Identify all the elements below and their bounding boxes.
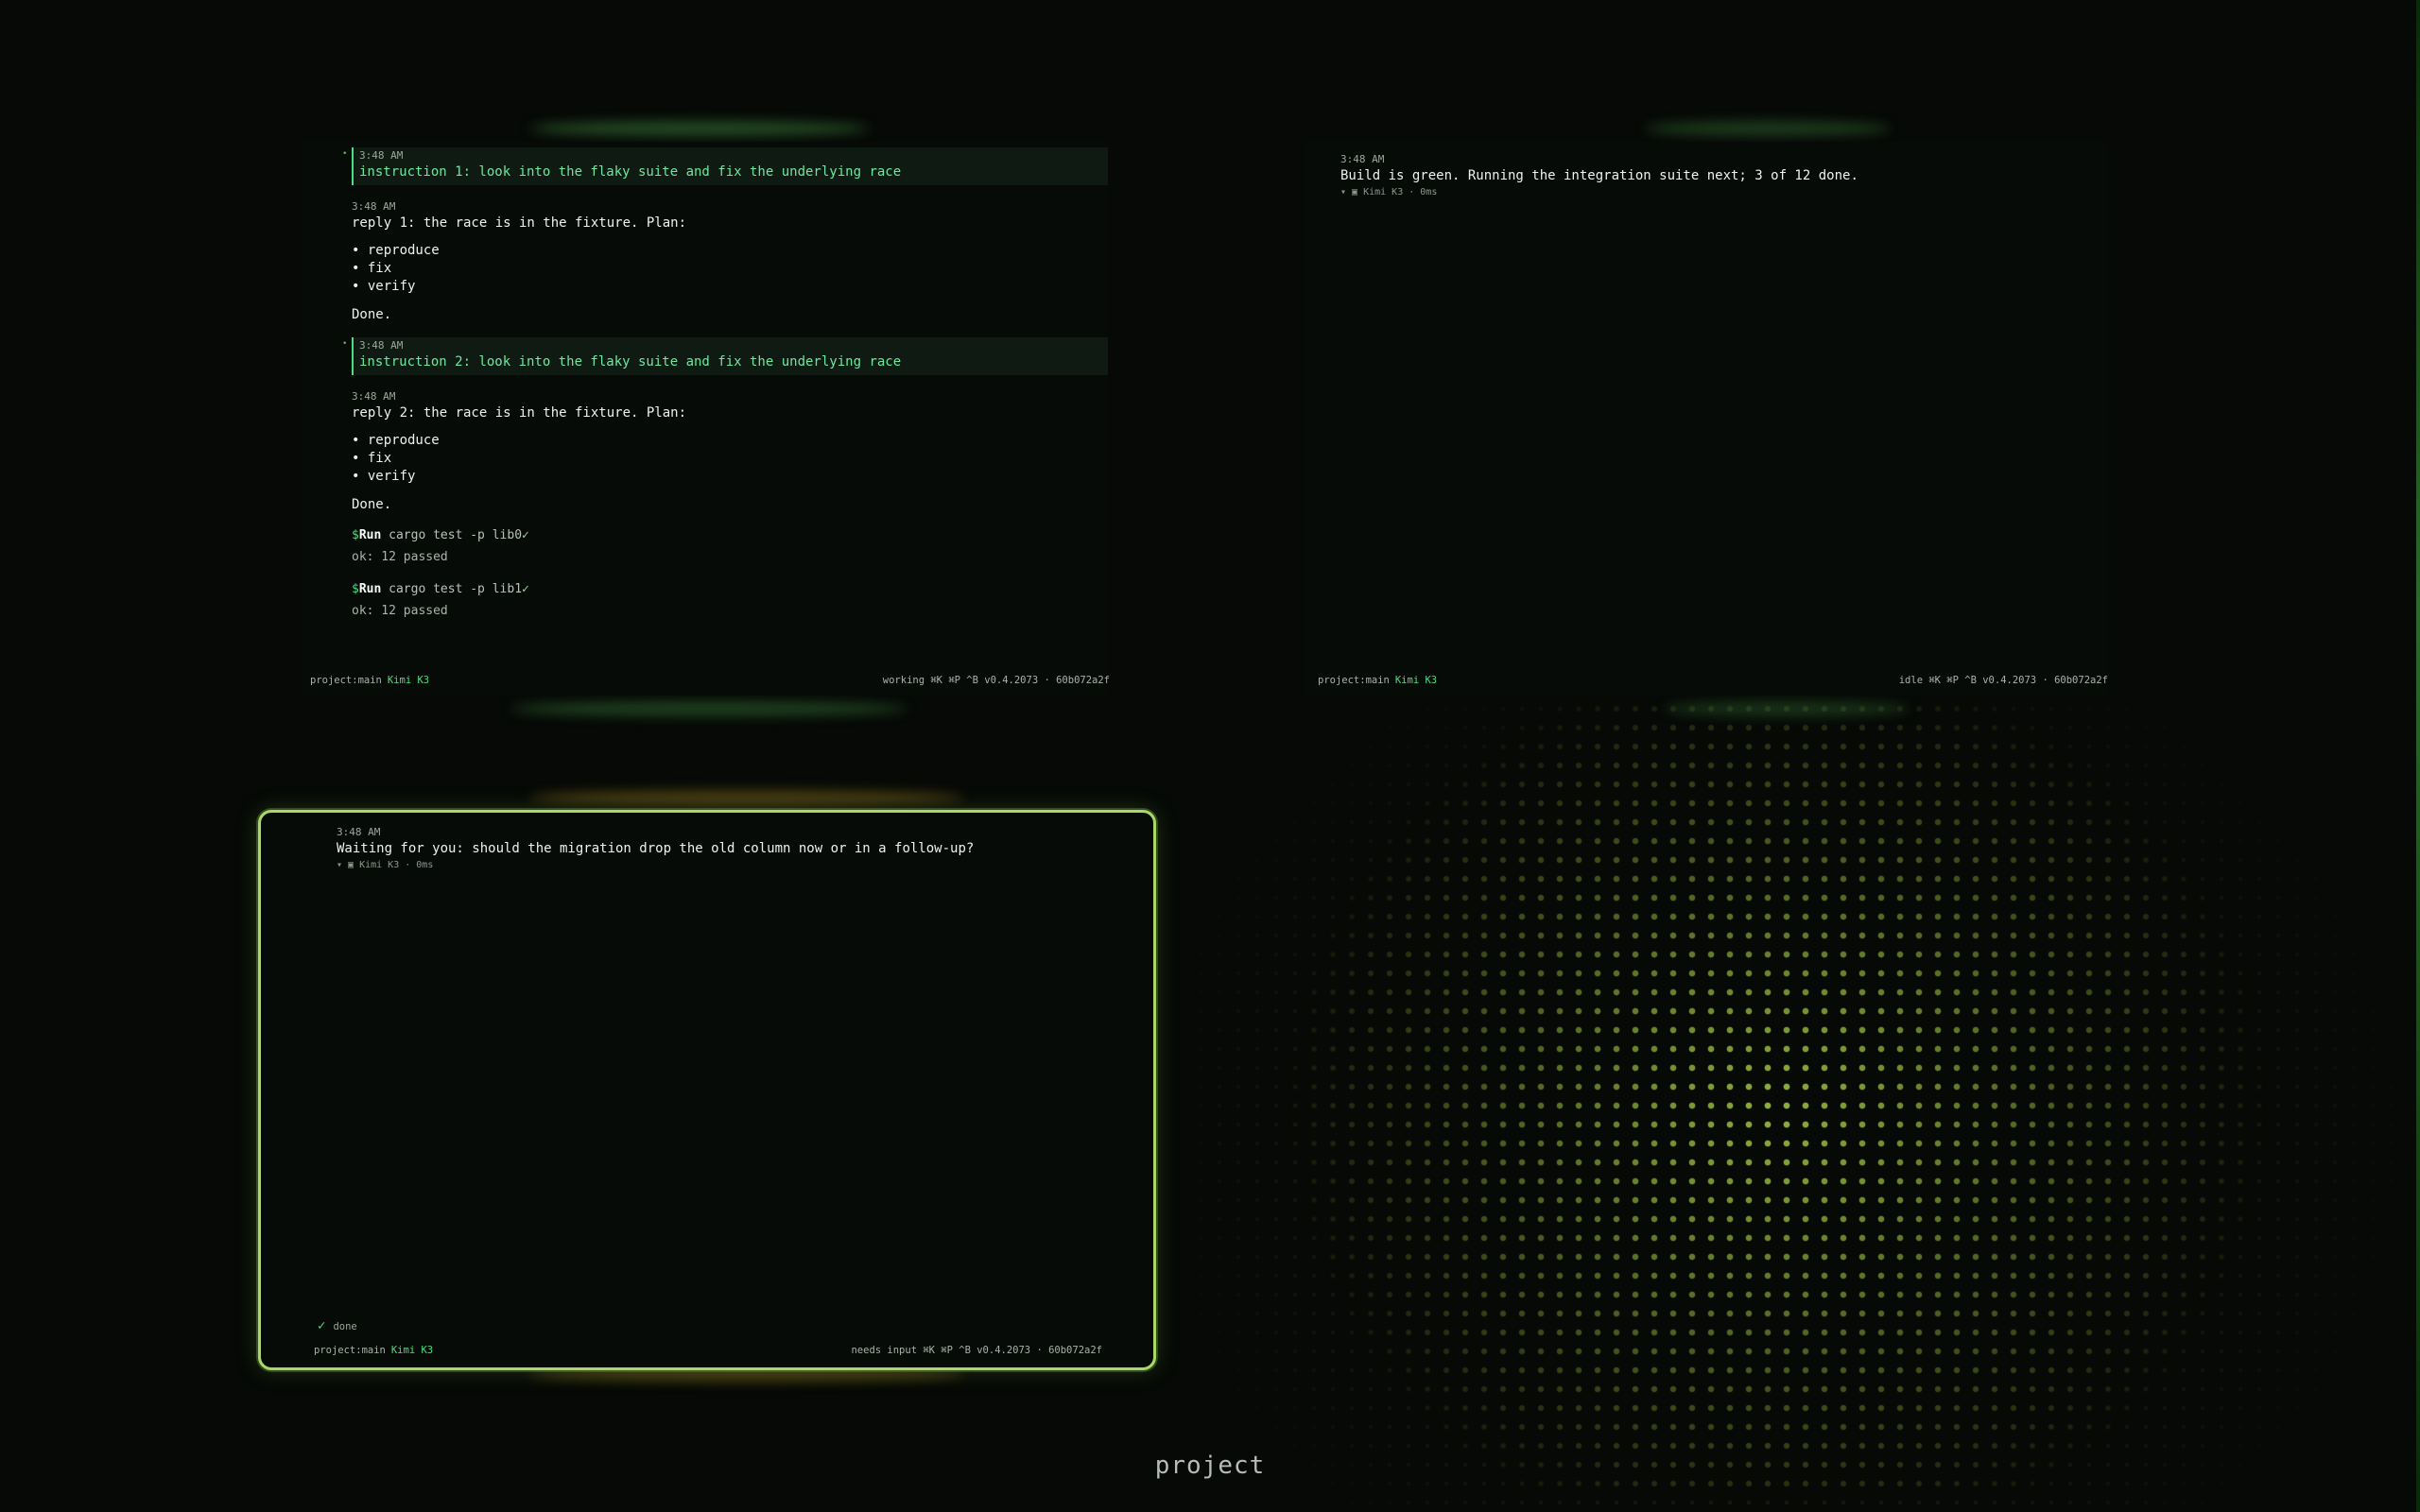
agent-pane-top-right[interactable]: 3:48 AM Build is green. Running the inte…: [1305, 142, 2108, 696]
timestamp: 3:48 AM: [352, 390, 396, 403]
run-output: ok: 12 passed: [352, 604, 448, 618]
instruction-text: instruction 1: look into the flaky suite…: [359, 164, 902, 180]
prompt-icon: $: [352, 528, 359, 542]
message-meta[interactable]: ▾ ▣ Kimi K3 · 0ms: [1340, 187, 2108, 198]
reply-block: 3:48 AM reply 2: the race is in the fixt…: [352, 390, 1108, 512]
check-icon: ✓: [318, 1318, 326, 1333]
pane-status-right: needs input ⌘K ⌘P ^B v0.4.2073 · 60b072a…: [851, 1345, 1102, 1356]
timestamp: 3:48 AM: [359, 339, 404, 352]
reply-text: reply 2: the race is in the fixture. Pla…: [352, 405, 687, 421]
timestamp: 3:48 AM: [337, 826, 381, 838]
branch-label: project:main: [1318, 675, 1390, 686]
agent-pane-bottom-left[interactable]: 3:48 AM Waiting for you: should the migr…: [258, 810, 1156, 1370]
agent-pane-top-left[interactable]: • 3:48 AM instruction 1: look into the f…: [302, 142, 1110, 696]
pane-bottom-glow: [1664, 701, 1910, 716]
message-text: Waiting for you: should the migration dr…: [337, 841, 975, 856]
run-label: Run: [358, 582, 382, 596]
assistant-message: 3:48 AM Waiting for you: should the migr…: [337, 826, 1153, 870]
timestamp: 3:48 AM: [1340, 153, 1385, 165]
instruction-marker-icon: •: [342, 149, 348, 159]
branch-label: project:main: [314, 1345, 386, 1356]
timestamp: 3:48 AM: [359, 149, 404, 162]
pane-status-right: idle ⌘K ⌘P ^B v0.4.2073 · 60b072a2f: [1898, 675, 2108, 686]
workspace-canvas: • 3:48 AM instruction 1: look into the f…: [0, 0, 2420, 1512]
run-output: ok: 12 passed: [352, 550, 448, 564]
list-item: • reproduce: [352, 243, 440, 258]
instruction-text: instruction 2: look into the flaky suite…: [359, 354, 902, 369]
pane-top-glow: [529, 121, 870, 136]
instruction-block: • 3:48 AM instruction 1: look into the f…: [342, 147, 1108, 185]
pane-bottom-glow: [510, 701, 908, 716]
tool-run-block[interactable]: $Run cargo test -p lib0✓ ok: 12 passed: [352, 527, 1108, 566]
plan-list: • reproduce • fix • verify: [352, 432, 1108, 486]
done-label: done: [333, 1321, 357, 1332]
right-edge-light: [2416, 0, 2420, 1512]
check-icon: ✓: [522, 528, 529, 542]
run-label: Run: [358, 528, 382, 542]
reply-done: Done.: [352, 497, 392, 512]
list-item: • verify: [352, 279, 416, 294]
done-indicator: ✓ done: [318, 1318, 357, 1333]
reply-block: 3:48 AM reply 1: the race is in the fixt…: [352, 200, 1108, 322]
message-text: Build is green. Running the integration …: [1340, 168, 1858, 183]
pane-top-glow: [1645, 121, 1891, 136]
pane-focus-glow-top: [529, 790, 964, 805]
model-label[interactable]: Kimi K3: [1395, 675, 1437, 686]
branch-label: project:main: [310, 675, 382, 686]
instruction-marker-icon: •: [342, 339, 348, 349]
model-label[interactable]: Kimi K3: [388, 675, 429, 686]
timestamp: 3:48 AM: [352, 200, 396, 213]
reply-done: Done.: [352, 307, 392, 322]
run-command: cargo test -p lib0: [389, 528, 523, 542]
model-label[interactable]: Kimi K3: [391, 1345, 433, 1356]
workspace-title: project: [1154, 1452, 1266, 1480]
tool-run-block[interactable]: $Run cargo test -p lib1✓ ok: 12 passed: [352, 581, 1108, 620]
check-icon: ✓: [522, 582, 529, 596]
assistant-message: 3:48 AM Build is green. Running the inte…: [1340, 153, 2108, 198]
run-command: cargo test -p lib1: [389, 582, 523, 596]
list-item: • fix: [352, 261, 392, 276]
message-meta[interactable]: ▾ ▣ Kimi K3 · 0ms: [337, 860, 1153, 870]
list-item: • verify: [352, 469, 416, 484]
instruction-block: • 3:48 AM instruction 2: look into the f…: [342, 337, 1108, 375]
reply-text: reply 1: the race is in the fixture. Pla…: [352, 215, 687, 231]
plan-list: • reproduce • fix • verify: [352, 242, 1108, 296]
pane-status-bar: project:main Kimi K3 needs input ⌘K ⌘P ^B…: [314, 1345, 1102, 1360]
pane-status-right: working ⌘K ⌘P ^B v0.4.2073 · 60b072a2f: [882, 675, 1110, 686]
background-dot-glow: [1229, 662, 2363, 1493]
list-item: • reproduce: [352, 433, 440, 448]
pane-status-bar: project:main Kimi K3 working ⌘K ⌘P ^B v0.…: [310, 675, 1110, 690]
pane-status-bar: project:main Kimi K3 idle ⌘K ⌘P ^B v0.4.2…: [1318, 675, 2108, 690]
prompt-icon: $: [352, 582, 359, 596]
list-item: • fix: [352, 451, 392, 466]
